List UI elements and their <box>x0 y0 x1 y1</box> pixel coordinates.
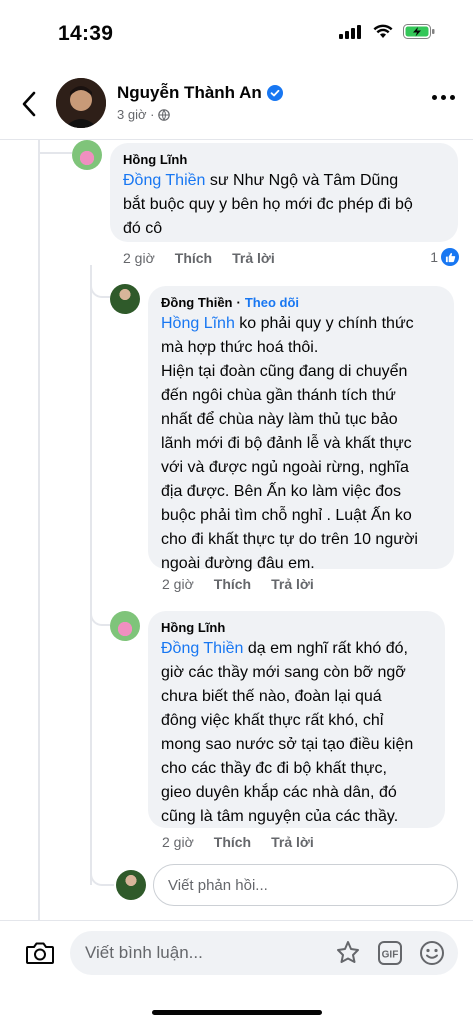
comment-body: ko phải quy y chính thức mà hợp thức hoá… <box>161 315 418 572</box>
my-avatar <box>116 870 146 900</box>
svg-text:GIF: GIF <box>382 950 399 961</box>
reaction-count[interactable]: 1 <box>430 248 459 266</box>
mention-link[interactable]: Đồng Thiền <box>123 172 205 189</box>
camera-icon <box>26 942 54 964</box>
home-indicator <box>152 1010 322 1015</box>
back-icon <box>22 91 36 117</box>
status-bar: 14:39 <box>0 0 473 70</box>
composer-icons: GIF <box>334 939 446 967</box>
comment-actions: 2 giờ Thích Trả lời <box>162 834 314 850</box>
comment-body: dạ em nghĩ rất khó đó, giờ các thầy mới … <box>161 640 414 825</box>
camera-button[interactable] <box>24 937 56 969</box>
thread-connector <box>38 140 72 154</box>
comment-text: Đồng Thiền dạ em nghĩ rất khó đó, giờ cá… <box>161 637 432 829</box>
comment-author[interactable]: Hồng Lĩnh <box>161 620 432 635</box>
comment-time: 2 giờ <box>162 834 194 850</box>
sticker-icon[interactable] <box>334 939 362 967</box>
thread-connector <box>90 860 114 886</box>
post-time: 3 giờ · <box>117 107 155 122</box>
comment-time: 2 giờ <box>123 250 155 266</box>
more-options-button[interactable] <box>432 95 455 100</box>
author-name-text[interactable]: Nguyễn Thành An <box>117 83 262 103</box>
back-button[interactable] <box>14 88 44 120</box>
thread-line <box>38 140 40 920</box>
status-time: 14:39 <box>58 22 114 45</box>
post-meta: 3 giờ · <box>117 107 171 122</box>
like-button[interactable]: Thích <box>214 834 251 850</box>
cellular-signal-icon <box>339 24 361 39</box>
comment-author[interactable]: Hồng Lĩnh <box>123 152 445 167</box>
like-icon <box>441 248 459 266</box>
mention-link[interactable]: Hồng Lĩnh <box>161 315 235 332</box>
reply-button[interactable]: Trả lời <box>232 250 275 266</box>
comment-author-name[interactable]: Đồng Thiền <box>161 295 233 310</box>
status-icons <box>339 24 435 39</box>
reply-input[interactable]: Viết phản hồi... <box>153 864 458 906</box>
author-name[interactable]: Nguyễn Thành An <box>117 83 283 103</box>
like-button[interactable]: Thích <box>214 576 251 592</box>
post-header: Nguyễn Thành An 3 giờ · <box>0 70 473 140</box>
thread-connector <box>90 270 110 298</box>
reply-button[interactable]: Trả lời <box>271 576 314 592</box>
globe-icon <box>158 108 171 121</box>
mention-link[interactable]: Đồng Thiền <box>161 640 243 657</box>
comment-author[interactable]: Đồng Thiền · Theo dõi <box>161 295 441 310</box>
comment-bubble: Hồng Lĩnh Đồng Thiền dạ em nghĩ rất khó … <box>148 611 445 828</box>
commenter-avatar[interactable] <box>110 284 140 314</box>
thread-connector <box>90 600 110 626</box>
follow-button[interactable]: Theo dõi <box>245 295 299 310</box>
comment-input[interactable]: Viết bình luận... GIF <box>70 931 458 975</box>
comment-text: Hồng Lĩnh ko phải quy y chính thức mà hợ… <box>161 312 441 576</box>
comment-author-name[interactable]: Hồng Lĩnh <box>123 152 187 167</box>
verified-icon <box>266 85 283 101</box>
thread-line-nested <box>90 265 92 885</box>
author-avatar[interactable] <box>56 78 106 128</box>
comment-bubble: Đồng Thiền · Theo dõi Hồng Lĩnh ko phải … <box>148 286 454 572</box>
more-icon <box>432 95 437 100</box>
like-button[interactable]: Thích <box>175 250 212 266</box>
comment-author-name[interactable]: Hồng Lĩnh <box>161 620 225 635</box>
battery-charging-icon <box>403 24 435 39</box>
comment-bubble: Hồng Lĩnh Đồng Thiền sư Như Ngộ và Tâm D… <box>110 143 458 242</box>
gif-icon[interactable]: GIF <box>376 939 404 967</box>
emoji-icon[interactable] <box>418 939 446 967</box>
commenter-avatar[interactable] <box>110 611 140 641</box>
wifi-icon <box>373 24 393 38</box>
reaction-count-number: 1 <box>430 249 438 265</box>
comment-time: 2 giờ <box>162 576 194 592</box>
comment-input-placeholder: Viết bình luận... <box>85 943 203 962</box>
comment-composer: Viết bình luận... GIF <box>0 920 473 1024</box>
author-separator: · <box>236 295 241 310</box>
comment-text: Đồng Thiền sư Như Ngộ và Tâm Dũng bắt bu… <box>123 169 445 241</box>
comment-actions: 2 giờ Thích Trả lời <box>162 576 314 592</box>
commenter-avatar[interactable] <box>72 140 102 170</box>
reply-input-placeholder: Viết phản hồi... <box>168 876 268 894</box>
reply-button[interactable]: Trả lời <box>271 834 314 850</box>
comment-actions: 2 giờ Thích Trả lời <box>123 250 275 266</box>
